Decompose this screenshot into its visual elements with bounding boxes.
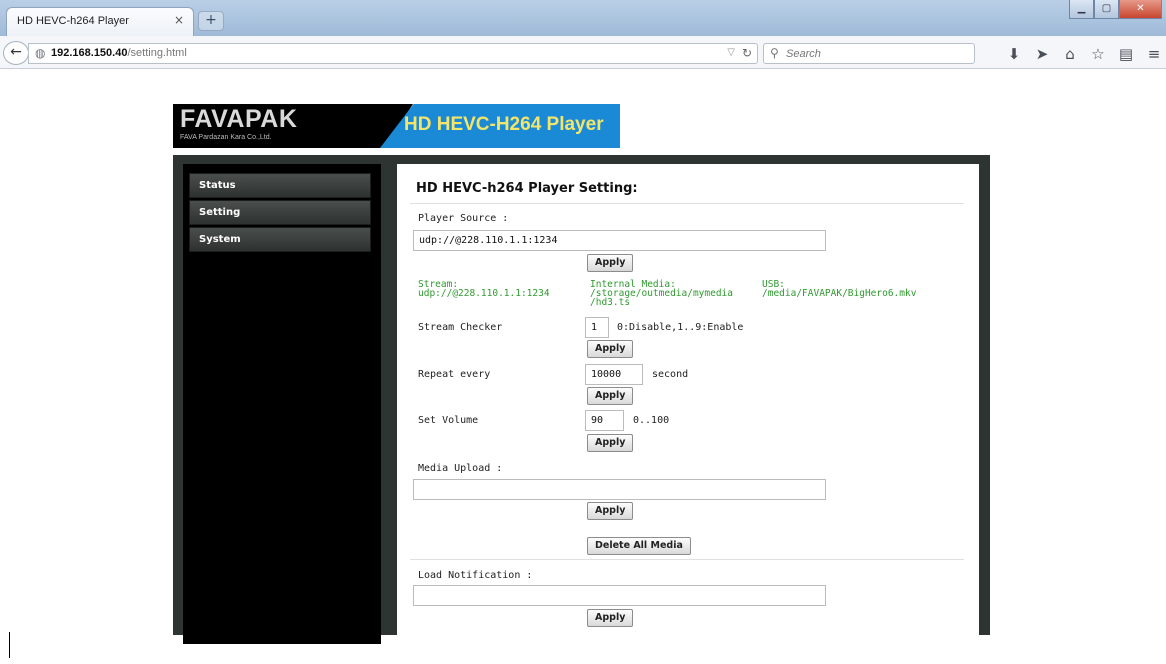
- new-tab-button[interactable]: +: [198, 11, 224, 31]
- repeat-every-unit: second: [652, 369, 689, 380]
- stream-checker-input[interactable]: [585, 317, 609, 338]
- search-input[interactable]: [786, 45, 966, 62]
- internal-media-value-cont: /hd3.ts: [590, 297, 631, 308]
- send-icon[interactable]: ➤: [1028, 44, 1056, 64]
- player-source-input[interactable]: [413, 230, 826, 251]
- repeat-every-apply-button[interactable]: Apply: [587, 387, 634, 405]
- home-icon[interactable]: ⌂: [1056, 44, 1084, 64]
- load-notification-input[interactable]: [413, 585, 826, 606]
- close-window-icon[interactable]: ✕: [1119, 0, 1162, 19]
- player-source-apply-button[interactable]: Apply: [587, 254, 634, 272]
- repeat-every-label: Repeat every: [418, 369, 491, 380]
- back-button[interactable]: ←: [3, 41, 29, 65]
- divider: [410, 559, 964, 560]
- download-icon[interactable]: ⬇: [1000, 44, 1028, 64]
- reader-icon[interactable]: ▤: [1112, 44, 1140, 64]
- sidebar-item-setting[interactable]: Setting: [189, 200, 371, 225]
- company-logo: FAVAPAK: [180, 105, 298, 133]
- url-text[interactable]: 192.168.150.40/setting.html: [51, 47, 187, 59]
- media-upload-input[interactable]: [413, 479, 826, 500]
- maximize-icon[interactable]: ▢: [1094, 0, 1119, 19]
- delete-all-media-button[interactable]: Delete All Media: [587, 537, 691, 555]
- usb-value: /media/FAVAPAK/BigHero6.mkv: [762, 288, 917, 299]
- set-volume-apply-button[interactable]: Apply: [587, 434, 634, 452]
- site-identity-icon[interactable]: ◍: [35, 46, 45, 60]
- sidebar-item-status[interactable]: Status: [189, 173, 371, 198]
- media-upload-apply-button[interactable]: Apply: [587, 502, 634, 520]
- divider: [410, 203, 964, 204]
- menu-icon[interactable]: ≡: [1140, 44, 1166, 64]
- stream-checker-hint: 0:Disable,1..9:Enable: [617, 322, 744, 333]
- set-volume-label: Set Volume: [418, 415, 479, 426]
- history-dropdown-icon[interactable]: ▽: [727, 47, 735, 58]
- product-title: HD HEVC-H264 Player: [404, 114, 604, 135]
- search-bar[interactable]: ⚲: [763, 43, 975, 64]
- load-notification-label: Load Notification :: [418, 570, 533, 581]
- player-source-label: Player Source :: [418, 213, 509, 224]
- navigation-toolbar: ← ◍ 192.168.150.40/setting.html ▽ ↻ ⚲ ⬇ …: [0, 36, 1166, 69]
- header-banner: FAVAPAK FAVA Pardazan Kara Co.,Ltd. HD H…: [173, 104, 620, 148]
- sidebar-item-system[interactable]: System: [189, 227, 371, 252]
- url-host: 192.168.150.40: [51, 47, 128, 59]
- minimize-icon[interactable]: ▁: [1069, 0, 1094, 19]
- load-notification-apply-button[interactable]: Apply: [587, 609, 634, 627]
- tab-title: HD HEVC-h264 Player: [17, 15, 129, 27]
- media-upload-label: Media Upload :: [418, 463, 503, 474]
- browser-tab[interactable]: HD HEVC-h264 Player ×: [6, 7, 194, 36]
- search-icon[interactable]: ⚲: [770, 46, 779, 60]
- window-controls: ▁ ▢ ✕: [1069, 0, 1162, 20]
- set-volume-input[interactable]: [585, 410, 624, 431]
- url-path: /setting.html: [127, 47, 187, 59]
- repeat-every-input[interactable]: [585, 364, 643, 385]
- bookmark-star-icon[interactable]: ☆: [1084, 44, 1112, 64]
- toolbar-icons: ⬇ ➤ ⌂ ☆ ▤ ≡: [1000, 44, 1166, 64]
- page-title: HD HEVC-h264 Player Setting:: [416, 181, 638, 196]
- set-volume-range: 0..100: [633, 415, 670, 426]
- stream-source-value: udp://@228.110.1.1:1234: [418, 288, 550, 299]
- stream-checker-apply-button[interactable]: Apply: [587, 340, 634, 358]
- company-name: FAVA Pardazan Kara Co.,Ltd.: [180, 134, 272, 141]
- reload-icon[interactable]: ↻: [742, 46, 752, 60]
- window-titlebar: HD HEVC-h264 Player × + ▁ ▢ ✕: [0, 0, 1166, 36]
- text-cursor: [9, 632, 10, 658]
- address-bar[interactable]: ◍ 192.168.150.40/setting.html ▽ ↻: [28, 43, 758, 64]
- stream-checker-label: Stream Checker: [418, 322, 503, 333]
- tab-close-icon[interactable]: ×: [174, 13, 184, 27]
